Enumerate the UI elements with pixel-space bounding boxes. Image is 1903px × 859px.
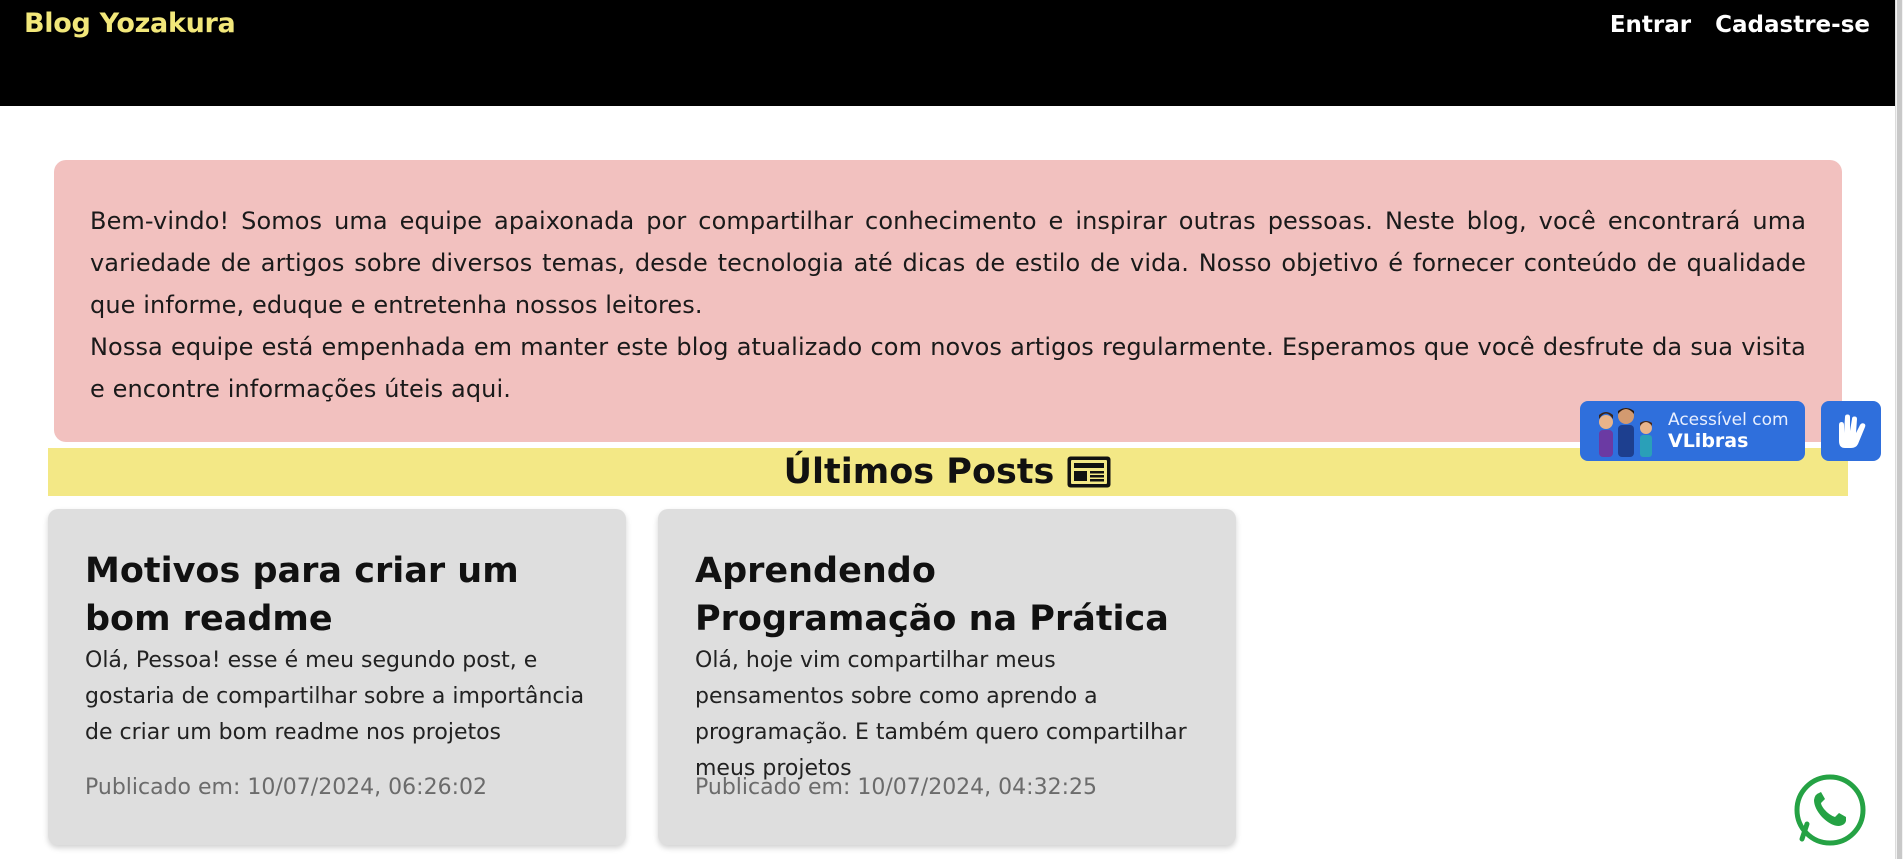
nav-links: Entrar Cadastre-se [1610,12,1870,38]
page-scrollbar[interactable] [1895,0,1903,859]
brand-link[interactable]: Blog Yozakura [24,8,236,39]
post-published-date: Publicado em: 10/07/2024, 06:26:02 [85,775,487,800]
whatsapp-icon[interactable] [1793,773,1867,847]
newspaper-icon [1067,456,1111,488]
signup-link[interactable]: Cadastre-se [1715,12,1870,38]
post-title[interactable]: Aprendendo Programação na Prática [695,547,1200,643]
welcome-paragraph-1: Bem-vindo! Somos uma equipe apaixonada p… [90,207,1806,319]
post-published-date: Publicado em: 10/07/2024, 04:32:25 [695,775,1097,800]
top-navbar: Blog Yozakura Entrar Cadastre-se [0,0,1896,106]
vlibras-label-small: Acessível com [1668,410,1789,430]
vlibras-label-brand: VLibras [1668,430,1749,452]
post-excerpt: Olá, hoje vim compartilhar meus pensamen… [695,648,1187,781]
scrollbar-thumb[interactable] [1897,0,1902,859]
vlibras-banner[interactable]: Acessível com VLibras [1580,401,1805,461]
post-card[interactable]: Aprendendo Programação na Prática Olá, h… [658,509,1236,845]
post-title[interactable]: Motivos para criar um bom readme [85,547,590,643]
vlibras-avatars-icon [1599,408,1652,457]
sign-language-hand-icon [1839,414,1866,448]
login-link[interactable]: Entrar [1610,12,1691,38]
post-card[interactable]: Motivos para criar um bom readme Olá, Pe… [48,509,626,845]
post-excerpt: Olá, Pessoa! esse é meu segundo post, e … [85,648,585,745]
welcome-paragraph-2: Nossa equipe está empenhada em manter es… [90,333,1806,403]
welcome-panel: Bem-vindo! Somos uma equipe apaixonada p… [54,160,1842,442]
vlibras-toggle-button[interactable] [1821,401,1881,461]
latest-posts-header: Últimos Posts [48,448,1848,496]
latest-posts-title: Últimos Posts [783,452,1055,492]
